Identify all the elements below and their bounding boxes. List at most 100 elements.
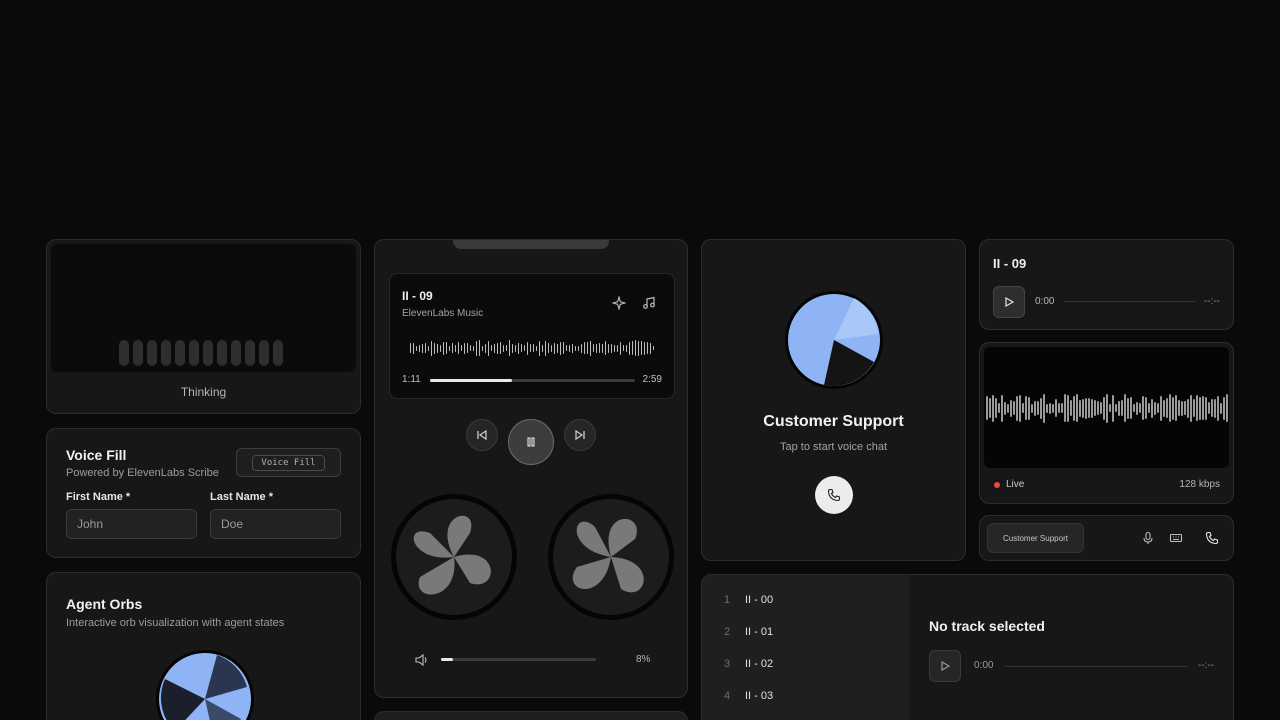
track-list-item[interactable]: 4 II - 03 [702,687,909,707]
music-note-icon[interactable] [642,296,656,310]
waveform-bar [1019,394,1021,422]
waveform-bar [1016,395,1018,421]
previous-button[interactable] [466,419,498,451]
waveform-bar [1172,396,1174,420]
duration: 2:59 [642,374,662,385]
mini-seek-bar[interactable] [1064,301,1196,302]
playlist-seek-bar[interactable] [1005,666,1188,667]
player-waveform[interactable] [410,336,658,360]
call-button[interactable] [815,476,853,514]
track-list-item[interactable]: 1 II - 00 [702,591,909,611]
waveform-bar [1160,395,1162,421]
play-icon [1003,296,1015,308]
voice-fill-button[interactable]: Voice Fill [236,448,341,477]
support-bar-button[interactable]: Customer Support [987,523,1084,553]
waveform-bar [1124,394,1126,422]
sparkle-icon[interactable] [612,296,626,310]
waveform-bar [1226,394,1228,422]
waveform-bar [1094,400,1096,416]
volume-slider[interactable] [441,658,596,661]
music-player-card: II - 09 ElevenLabs Music 1:11 2:59 8% [374,239,688,698]
waveform-bar [1151,398,1153,418]
track-name: II - 00 [745,594,774,606]
waveform-bar [416,345,417,351]
waveform-bar [1127,397,1129,419]
mini-play-button[interactable] [993,286,1025,318]
waveform-bar [1043,393,1045,423]
waveform-bar [1058,403,1060,413]
waveform-bar [512,343,513,353]
waveform-bar [1133,404,1135,412]
waveform-bar [500,342,501,354]
waveform-bar [533,344,534,352]
waveform-bar [1211,399,1213,417]
waveform-bar [1052,403,1054,413]
waveform-bar [545,340,546,356]
waveform-bar [1193,399,1195,417]
mic-icon[interactable] [1141,531,1155,545]
waveform-bar [1055,399,1057,417]
keyboard-icon[interactable] [1169,531,1183,545]
waveform-bar [1082,398,1084,418]
live-dot [994,482,1000,488]
orb-left[interactable] [390,493,518,621]
waveform-bar [1013,401,1015,415]
pause-button[interactable] [508,419,554,465]
waveform-bar [470,345,471,351]
waveform-bar [1076,394,1078,422]
last-name-field[interactable]: Doe [210,509,341,539]
waveform-bar [542,344,543,352]
waveform-bar [632,341,633,355]
waveform-bar [497,342,498,354]
waveform-bar [617,344,618,352]
waveform-bar [572,343,573,353]
thinking-visualizer [51,244,356,372]
waveform-bar [1136,401,1138,415]
live-waveform [986,391,1229,425]
support-bar-card: Customer Support [979,515,1234,561]
waveform-bar [521,344,522,352]
first-name-field[interactable]: John [66,509,197,539]
seek-bar[interactable] [430,379,635,382]
waveform-bar [482,345,483,351]
waveform-bar [1097,401,1099,415]
waveform-bar [590,340,591,356]
playlist-current-time: 0:00 [974,660,994,671]
player-handle [453,240,609,249]
waveform-bar [443,341,444,355]
live-visualizer [984,347,1229,468]
waveform-bar [422,343,423,353]
track-list-item[interactable]: 3 II - 02 [702,655,909,675]
orb-right[interactable] [547,493,675,621]
waveform-bar [467,343,468,353]
waveform-bar [503,344,504,352]
seek-bar-fill [430,379,512,382]
waveform-bar [1217,395,1219,421]
waveform-bar [989,398,991,418]
waveform-bar [458,342,459,354]
support-orb[interactable] [784,290,884,390]
waveform-bar [494,343,495,353]
waveform-bar [653,346,654,350]
thinking-bars [119,340,283,366]
volume-percent: 8% [636,654,651,665]
waveform-bar [1190,394,1192,422]
waveform-bar [515,344,516,352]
track-list-item[interactable]: 2 II - 01 [702,623,909,643]
next-button[interactable] [564,419,596,451]
waveform-bar [449,345,450,351]
waveform-bar [629,341,630,355]
volume-icon[interactable] [415,653,429,667]
playlist-duration: --:-- [1197,660,1214,671]
playlist-play-button[interactable] [929,650,961,682]
agent-orb[interactable] [155,649,255,720]
agent-orbs-card: Agent Orbs Interactive orb visualization… [46,572,361,720]
waveform-bar [635,340,636,356]
voice-fill-title: Voice Fill [66,447,127,463]
phone-icon[interactable] [1205,531,1219,545]
waveform-bar [1205,396,1207,420]
waveform-bar [1112,394,1114,422]
waveform-bar [1163,399,1165,417]
waveform-bar [527,341,528,355]
waveform-bar [437,343,438,353]
